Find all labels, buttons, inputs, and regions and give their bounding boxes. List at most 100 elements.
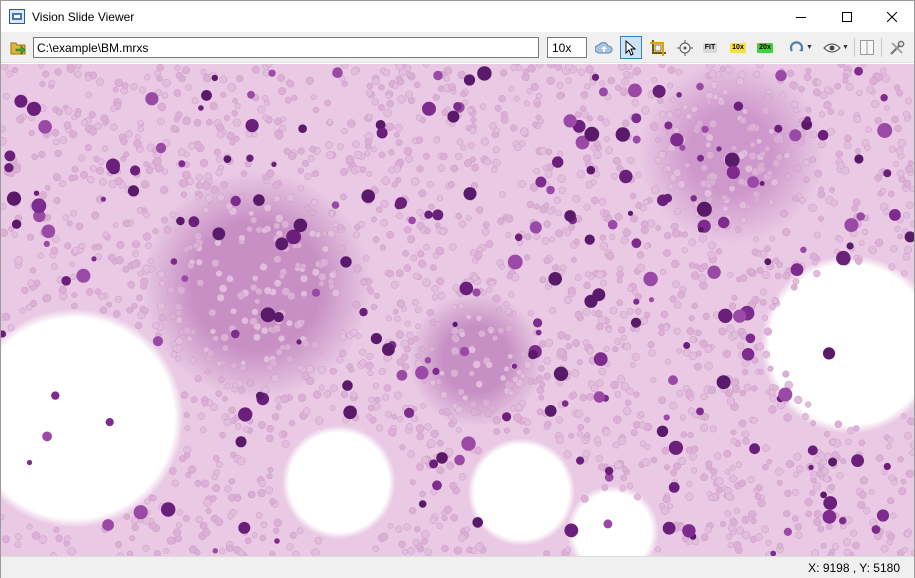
red-blood-cell <box>176 509 183 516</box>
red-blood-cell <box>143 211 150 219</box>
nucleated-cell <box>459 346 470 357</box>
maximize-button[interactable] <box>824 1 870 32</box>
red-blood-cell <box>771 297 779 304</box>
red-blood-cell <box>43 293 52 303</box>
red-blood-cell <box>527 64 536 73</box>
center-target-button[interactable] <box>675 36 695 59</box>
red-blood-cell <box>413 81 421 89</box>
view-options-dropdown-button[interactable]: ▼ <box>820 36 852 59</box>
red-blood-cell <box>350 67 359 76</box>
red-blood-cell <box>598 367 607 376</box>
red-blood-cell <box>271 374 280 383</box>
red-blood-cell <box>655 137 662 144</box>
red-blood-cell <box>132 250 139 258</box>
red-blood-cell <box>404 320 411 327</box>
red-blood-cell <box>211 473 219 481</box>
red-blood-cell <box>768 128 775 135</box>
crop-tool-button[interactable] <box>647 36 669 59</box>
zoom-10x-label: 10x <box>730 42 746 53</box>
open-folder-icon <box>10 42 25 55</box>
red-blood-cell <box>621 77 630 86</box>
red-blood-cell <box>204 194 213 203</box>
nucleated-cell <box>880 94 888 102</box>
nucleated-cell <box>211 74 218 82</box>
red-blood-cell <box>209 102 218 111</box>
red-blood-cell <box>395 177 402 184</box>
red-blood-cell <box>836 472 844 480</box>
red-blood-cell <box>427 181 434 188</box>
nucleated-cell <box>463 187 477 201</box>
minimize-button[interactable] <box>778 1 824 32</box>
red-blood-cell <box>436 277 445 286</box>
red-blood-cell <box>368 396 375 404</box>
red-blood-cell <box>241 317 249 325</box>
red-blood-cell <box>580 494 589 503</box>
red-blood-cell <box>827 108 834 115</box>
red-blood-cell <box>630 214 638 223</box>
red-blood-cell <box>470 547 478 554</box>
zoom-20x-button[interactable]: 20x <box>755 36 775 59</box>
red-blood-cell <box>450 327 459 335</box>
red-blood-cell <box>744 164 753 173</box>
red-blood-cell <box>215 460 223 468</box>
red-blood-cell <box>555 416 564 424</box>
nucleated-cell <box>632 135 641 144</box>
red-blood-cell <box>627 286 634 293</box>
red-blood-cell <box>125 130 133 138</box>
red-blood-cell <box>273 279 282 288</box>
zoom-level-input[interactable] <box>547 37 587 58</box>
nucleated-cell <box>535 176 547 188</box>
red-blood-cell <box>673 300 682 309</box>
upload-button[interactable] <box>594 36 614 59</box>
red-blood-cell <box>836 236 843 243</box>
close-button[interactable] <box>869 1 915 32</box>
red-blood-cell <box>627 156 635 165</box>
split-view-button[interactable] <box>857 36 877 59</box>
red-blood-cell <box>433 136 441 144</box>
rotate-dropdown-button[interactable]: ▼ <box>785 36 817 59</box>
nucleated-cell <box>361 189 376 203</box>
red-blood-cell <box>321 230 328 237</box>
red-blood-cell <box>881 74 891 83</box>
red-blood-cell <box>379 532 389 541</box>
red-blood-cell <box>492 294 501 303</box>
title-bar[interactable]: Vision Slide Viewer <box>1 1 914 32</box>
red-blood-cell <box>563 450 572 459</box>
red-blood-cell <box>183 245 190 253</box>
red-blood-cell <box>583 281 591 290</box>
red-blood-cell <box>796 465 804 473</box>
red-blood-cell <box>424 548 433 556</box>
red-blood-cell <box>318 272 327 281</box>
open-file-button[interactable] <box>8 36 28 59</box>
red-blood-cell <box>814 169 823 178</box>
file-path-input[interactable] <box>33 37 539 58</box>
red-blood-cell <box>629 192 637 200</box>
red-blood-cell <box>94 122 102 130</box>
nucleated-cell <box>472 288 481 297</box>
red-blood-cell <box>759 150 766 158</box>
red-blood-cell <box>802 176 810 184</box>
slide-image-viewport[interactable] <box>1 64 914 556</box>
red-blood-cell <box>450 369 459 378</box>
red-blood-cell <box>834 82 842 90</box>
settings-tools-button[interactable] <box>887 36 907 59</box>
red-blood-cell <box>783 413 792 422</box>
red-blood-cell <box>883 105 890 111</box>
fit-zoom-button[interactable]: FIT <box>700 36 720 59</box>
red-blood-cell <box>175 337 184 346</box>
nucleated-cell <box>181 275 189 282</box>
nucleated-cell <box>576 456 585 465</box>
red-blood-cell <box>897 138 907 148</box>
red-blood-cell <box>875 454 884 462</box>
red-blood-cell <box>623 406 632 416</box>
red-blood-cell <box>826 523 833 530</box>
red-blood-cell <box>909 186 914 192</box>
pointer-tool-button[interactable] <box>620 36 642 59</box>
red-blood-cell <box>471 274 479 282</box>
red-blood-cell <box>427 439 436 448</box>
red-blood-cell <box>577 424 585 431</box>
red-blood-cell <box>439 370 445 377</box>
red-blood-cell <box>823 475 831 483</box>
zoom-10x-button[interactable]: 10x <box>728 36 748 59</box>
red-blood-cell <box>455 152 463 161</box>
